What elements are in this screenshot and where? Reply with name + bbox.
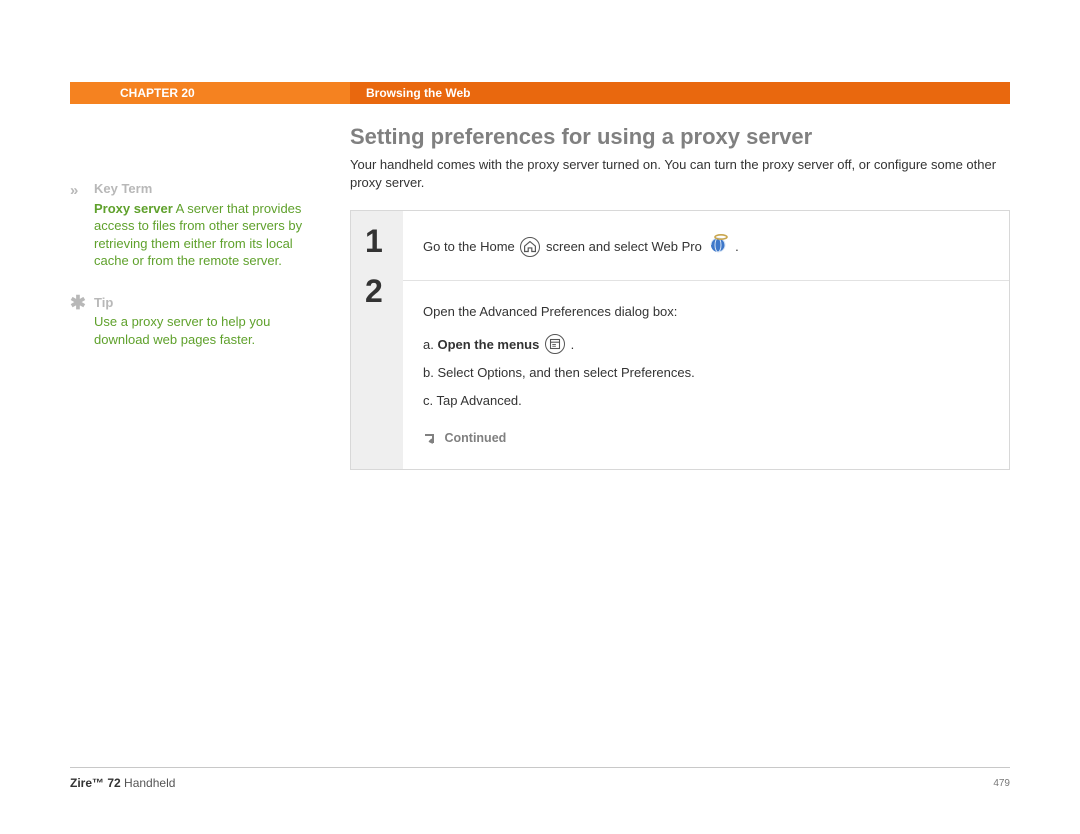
step-1: Go to the Home screen and select Web Pro — [403, 211, 1009, 281]
step1-text-mid: screen and select Web Pro — [546, 239, 705, 254]
asterisk-icon: ✱ — [70, 294, 94, 349]
main-content: Setting preferences for using a proxy se… — [350, 124, 1010, 470]
tip-text: Use a proxy server to help you download … — [94, 313, 326, 348]
keyterm-term: Proxy server — [94, 201, 173, 216]
continued-label: Continued — [444, 431, 506, 445]
step2-sublist: a. Open the menus . — [423, 334, 989, 412]
home-icon — [520, 237, 540, 257]
step2-lead: Open the Advanced Preferences dialog box… — [423, 301, 989, 323]
step2-b: b. Select Options, and then select Prefe… — [423, 362, 989, 384]
footer: Zire™ 72 Handheld 479 — [70, 767, 1010, 790]
header-chapter: CHAPTER 20 — [70, 82, 350, 104]
step2-a: a. Open the menus . — [423, 334, 989, 356]
step2-a-bold[interactable]: Open the menus — [437, 337, 539, 352]
steps-body: Go to the Home screen and select Web Pro — [403, 211, 1009, 469]
section-heading: Setting preferences for using a proxy se… — [350, 124, 1010, 150]
keyterm-block: » Key Term Proxy server A server that pr… — [70, 180, 326, 270]
footer-product-rest: Handheld — [121, 776, 176, 790]
step2-a-post: . — [571, 337, 575, 352]
sidebar: » Key Term Proxy server A server that pr… — [70, 124, 350, 470]
footer-product: Zire™ 72 Handheld — [70, 776, 175, 790]
keyterm-icon: » — [70, 180, 94, 270]
step-number-2: 2 — [365, 275, 403, 307]
steps-box: 1 2 Go to the Home screen and select Web… — [350, 210, 1010, 470]
continued-arrow-icon — [423, 428, 435, 449]
footer-product-bold: Zire™ 72 — [70, 776, 121, 790]
menu-icon — [545, 334, 565, 354]
step1-text-pre: Go to the Home — [423, 239, 518, 254]
footer-page-number: 479 — [993, 776, 1010, 790]
step2-a-prefix: a. — [423, 337, 437, 352]
section-intro: Your handheld comes with the proxy serve… — [350, 156, 1010, 192]
content-row: » Key Term Proxy server A server that pr… — [70, 124, 1010, 470]
steps-number-column: 1 2 — [351, 211, 403, 469]
keyterm-text: Proxy server A server that provides acce… — [94, 200, 326, 270]
header-section-title: Browsing the Web — [350, 82, 1010, 104]
step-2: Open the Advanced Preferences dialog box… — [403, 281, 1009, 469]
header-bar: CHAPTER 20 Browsing the Web — [70, 82, 1010, 104]
step1-text-post: . — [735, 239, 739, 254]
tip-block: ✱ Tip Use a proxy server to help you dow… — [70, 294, 326, 349]
tip-label: Tip — [94, 294, 326, 312]
webpro-icon — [707, 232, 729, 261]
step-number-1: 1 — [365, 225, 403, 257]
tip-body: Tip Use a proxy server to help you downl… — [94, 294, 326, 349]
keyterm-body: Key Term Proxy server A server that prov… — [94, 180, 326, 270]
step2-c: c. Tap Advanced. — [423, 390, 989, 412]
document-page: CHAPTER 20 Browsing the Web » Key Term P… — [0, 0, 1080, 834]
continued-indicator: Continued — [423, 428, 989, 449]
keyterm-label: Key Term — [94, 180, 326, 198]
